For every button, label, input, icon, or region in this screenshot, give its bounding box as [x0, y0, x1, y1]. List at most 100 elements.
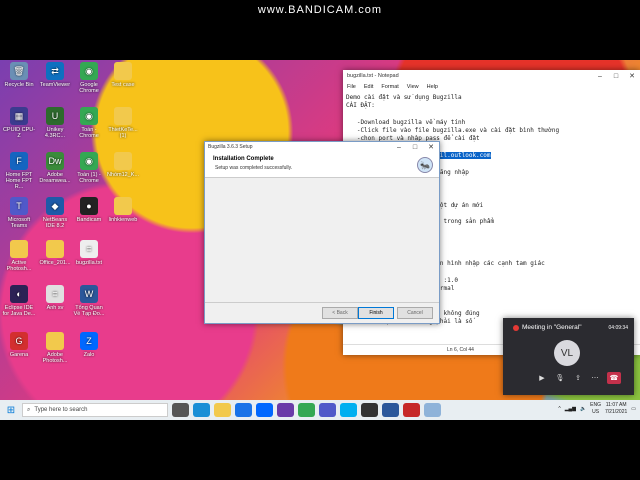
maximize-icon[interactable]: □ [608, 73, 624, 80]
desktop-icon[interactable]: G Garena [2, 332, 36, 358]
garena-icon: G [10, 332, 28, 350]
hang-up-button[interactable]: ☎ [607, 372, 621, 384]
desktop-icon-label: ThietKeTe... (1) [108, 127, 138, 139]
cancel-button[interactable]: Cancel [397, 307, 433, 319]
minimize-icon[interactable]: – [592, 73, 608, 80]
setup-heading: Installation Complete [213, 156, 274, 162]
task-view-icon[interactable] [172, 403, 189, 417]
desktop-icon[interactable]: F Home FPT Home FPT R... [2, 152, 36, 190]
desktop-icon[interactable]: Z Zalo [72, 332, 106, 358]
system-tray: ^ ▂▄▆ 🔈 ENG US 11:07 AM 7/21/2021 ▭ [558, 402, 636, 416]
desktop-icon[interactable]: ● Bandicam [72, 197, 106, 223]
folder-icon [46, 240, 64, 258]
edge-icon[interactable] [193, 403, 210, 417]
desktop-icon[interactable]: ⇄ TeamViewer [38, 62, 72, 88]
desktop-icon[interactable]: ◉ Toán - Chrome [72, 107, 106, 139]
text-file-icon: ≡ [80, 240, 98, 258]
teams-icon[interactable] [319, 403, 336, 417]
desktop-icon[interactable]: W Tổng Quan Về Tạp Đo... [72, 285, 106, 317]
file-explorer-icon[interactable] [214, 403, 231, 417]
desktop-icon[interactable]: ≡ bugzilla.txt [72, 240, 106, 266]
zalo-icon[interactable] [256, 403, 273, 417]
meeting-title: Meeting in "General" [513, 324, 582, 331]
search-placeholder: Type here to search [34, 407, 88, 413]
desktop-icon[interactable]: Nhóm12_K... [106, 152, 140, 178]
text-line: Demo cài đặt và sử dụng Bugzilla [346, 94, 462, 101]
menu-item-edit[interactable]: Edit [364, 84, 373, 90]
desktop-icon-label: bugzilla.txt [76, 260, 102, 266]
bugzilla-logo-icon: 🐜 [417, 157, 433, 173]
maximize-icon[interactable]: □ [407, 144, 423, 151]
desktop-icon[interactable]: ◆ NetBeans IDE 8.2 [38, 197, 72, 229]
text-line: CÀI ĐẶT: [346, 102, 375, 110]
desktop-icon-label: linhkienweb [108, 217, 138, 223]
setup-titlebar[interactable]: Bugzilla 3.6.3 Setup – □ ✕ [205, 142, 439, 152]
more-options-icon[interactable]: ⋯ [589, 372, 601, 384]
minimize-icon[interactable]: – [391, 144, 407, 151]
bandicam-icon[interactable] [403, 403, 420, 417]
taskbar: ⊞ ⌕ Type here to search ^ ▂▄▆ 🔈 ENG US 1… [0, 400, 640, 420]
region-code: US [592, 409, 600, 415]
teamviewer-icon: ⇄ [46, 62, 64, 80]
network-icon[interactable]: ▂▄▆ [565, 406, 576, 412]
folder-icon [10, 240, 28, 258]
menu-item-view[interactable]: View [407, 84, 419, 90]
desktop-icon-label: Anh sv [46, 305, 64, 311]
windows-start-icon[interactable]: ⊞ [0, 405, 22, 416]
notepad-titlebar[interactable]: bugzilla.txt - Notepad – □ ✕ [343, 70, 640, 82]
menu-item-help[interactable]: Help [427, 84, 438, 90]
folder-icon [114, 152, 132, 170]
close-icon[interactable]: ✕ [423, 143, 439, 151]
menu-item-format[interactable]: Format [381, 84, 398, 90]
terminal-icon[interactable] [361, 403, 378, 417]
desktop-icon[interactable]: ThietKeTe... (1) [106, 107, 140, 139]
camera-icon[interactable]: ▶ [536, 372, 548, 384]
chrome-icon[interactable] [298, 403, 315, 417]
desktop-icon[interactable]: ◉ Google Chrome [72, 62, 106, 94]
desktop-icon[interactable]: ▦ CPUID CPU-Z [2, 107, 36, 139]
desktop-icon[interactable]: Test case [106, 62, 140, 88]
desktop-icon[interactable]: ◉ Toán (1) - Chrome [72, 152, 106, 184]
skype-icon[interactable] [340, 403, 357, 417]
language-code: ENG [590, 402, 602, 408]
desktop-icon[interactable]: U Unikey 4.3RC... [38, 107, 72, 139]
desktop-icon[interactable]: Adobe Photosh... [38, 332, 72, 364]
share-screen-icon[interactable]: ⇪ [572, 372, 584, 384]
cursor-position: Ln 6, Col 44 [447, 347, 474, 353]
folder-icon [46, 332, 64, 350]
netbeans-icon: ◆ [46, 197, 64, 215]
language-indicator[interactable]: ENG US [590, 402, 601, 416]
notifications-icon[interactable]: ▭ [631, 406, 636, 412]
desktop-icon[interactable]: T Microsoft Teams [2, 197, 36, 229]
clock[interactable]: 11:07 AM 7/21/2021 [605, 402, 627, 416]
volume-icon[interactable]: 🔈 [580, 406, 586, 412]
desktop-icon[interactable]: ◐ Eclipse IDE for Java De... [2, 285, 36, 317]
microphone-icon[interactable]: 🎙 [554, 372, 566, 384]
visual-studio-icon[interactable] [277, 403, 294, 417]
desktop-icon-label: Home FPT Home FPT R... [5, 172, 33, 190]
desktop-icon[interactable]: 🗑 Recycle Bin [2, 62, 36, 88]
desktop-icon[interactable]: Active Photosh... [2, 240, 36, 272]
text-line: ​ [346, 111, 636, 119]
finish-button[interactable]: Finish [358, 307, 394, 319]
desktop-icon-label: NetBeans IDE 8.2 [42, 217, 68, 229]
desktop-icon[interactable]: linhkienweb [106, 197, 140, 223]
notepad-icon[interactable] [424, 403, 441, 417]
clock-date: 7/21/2021 [605, 409, 628, 415]
chevron-up-icon[interactable]: ^ [558, 406, 560, 412]
back-button[interactable]: < Back [322, 307, 358, 319]
close-icon[interactable]: ✕ [624, 72, 640, 80]
desktop-icon-label: Eclipse IDE for Java De... [2, 305, 36, 317]
desktop-icon[interactable]: Dw Adobe Dreamwea... [38, 152, 72, 184]
menu-item-file[interactable]: File [347, 84, 356, 90]
meeting-timer: 04:09:34 [608, 325, 628, 331]
notepad-title: bugzilla.txt - Notepad [347, 73, 399, 79]
text-line: -Download bugzilla về máy tính [346, 118, 466, 126]
search-box[interactable]: ⌕ Type here to search [22, 403, 168, 417]
store-icon[interactable] [235, 403, 252, 417]
desktop-icon[interactable]: ≡ Anh sv [38, 285, 72, 311]
desktop-icon[interactable]: Office_201... [38, 240, 72, 266]
word-icon[interactable] [382, 403, 399, 417]
setup-dialog[interactable]: Bugzilla 3.6.3 Setup – □ ✕ Installation … [204, 141, 440, 324]
teams-meeting-window[interactable]: Meeting in "General" 04:09:34 VL ▶ 🎙 ⇪ ⋯… [503, 318, 634, 395]
